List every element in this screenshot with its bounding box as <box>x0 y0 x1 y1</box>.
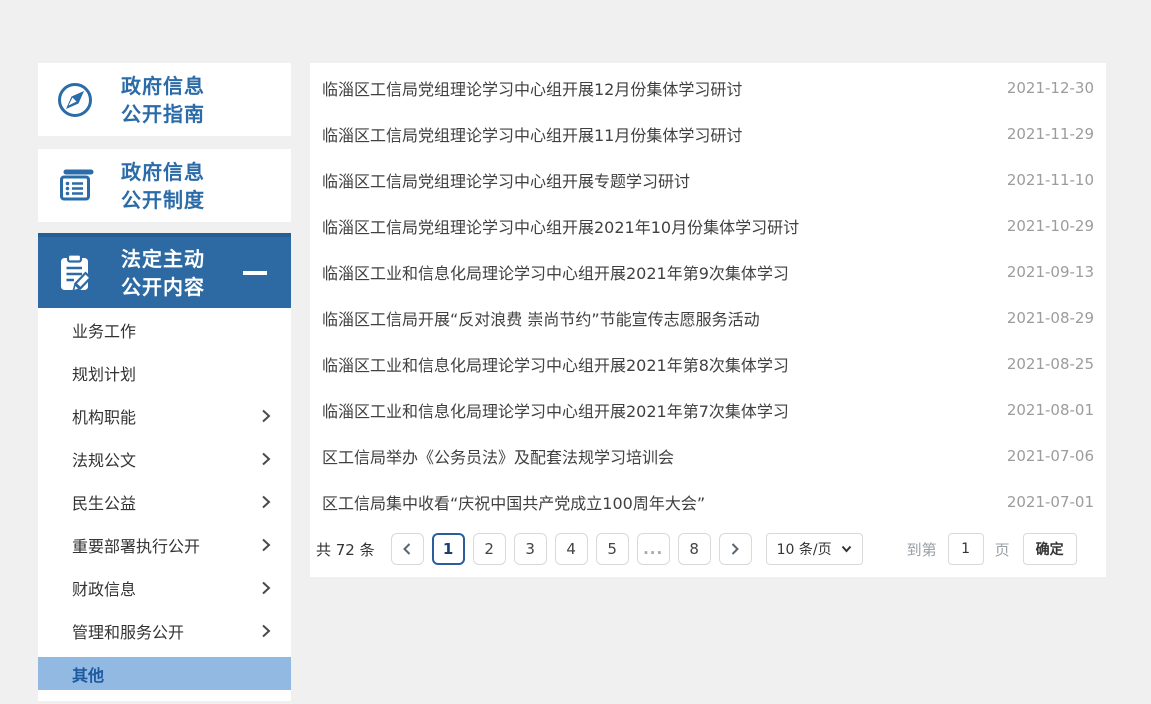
total-count-label: 共 72 条 <box>316 539 375 560</box>
news-list-item: 临淄区工信局党组理论学习中心组开展12月份集体学习研讨 2021-12-30 <box>310 65 1106 111</box>
label-line1: 政府信息 <box>121 74 205 98</box>
prev-page-button[interactable] <box>391 533 424 565</box>
sidebar-item-gov-info-guide[interactable]: 政府信息 公开指南 <box>38 63 291 136</box>
page-number-buttons: 12345...8 <box>432 533 719 565</box>
menu-item-label: 重要部署执行公开 <box>72 533 200 557</box>
news-title-link[interactable]: 临淄区工信局开展“反对浪费 崇尚节约”节能宣传志愿服务活动 <box>322 306 760 330</box>
sidebar-item-label: 政府信息 公开指南 <box>121 72 205 128</box>
page-ellipsis-button[interactable]: ... <box>637 533 670 565</box>
news-date: 2021-11-10 <box>1007 171 1094 189</box>
content-panel: 临淄区工信局党组理论学习中心组开展12月份集体学习研讨2021-12-30临淄区… <box>310 63 1106 577</box>
news-list-item: 临淄区工信局党组理论学习中心组开展2021年10月份集体学习研讨 2021-10-… <box>310 203 1106 249</box>
menu-item-label: 业务工作 <box>72 318 136 342</box>
label-line2: 公开内容 <box>121 275 205 299</box>
news-date: 2021-12-30 <box>1007 79 1094 97</box>
collapse-minus-icon[interactable] <box>243 271 267 275</box>
sidebar-legal-disclosure-group: 法定主动 公开内容 业务工作规划计划机构职能法规公文民生公益重要部署执行公开财政… <box>38 233 291 701</box>
sidebar-submenu: 业务工作规划计划机构职能法规公文民生公益重要部署执行公开财政信息管理和服务公开其… <box>38 308 291 690</box>
news-list: 临淄区工信局党组理论学习中心组开展12月份集体学习研讨2021-12-30临淄区… <box>310 63 1106 525</box>
menu-item-label: 管理和服务公开 <box>72 619 184 643</box>
news-list-item: 临淄区工业和信息化局理论学习中心组开展2021年第8次集体学习 2021-08-2… <box>310 341 1106 387</box>
sidebar-item-label: 法定主动 公开内容 <box>121 245 205 301</box>
news-title-link[interactable]: 区工信局集中收看“庆祝中国共产党成立100周年大会” <box>322 490 705 514</box>
sidebar-menu-item-3[interactable]: 机构职能 <box>38 394 291 437</box>
news-title-link[interactable]: 临淄区工信局党组理论学习中心组开展专题学习研讨 <box>322 168 690 192</box>
chevron-right-icon <box>261 580 271 596</box>
page-5-button[interactable]: 5 <box>596 533 629 565</box>
page-3-button[interactable]: 3 <box>514 533 547 565</box>
chevron-left-icon <box>401 542 413 556</box>
next-page-button[interactable] <box>719 533 752 565</box>
news-title-link[interactable]: 临淄区工业和信息化局理论学习中心组开展2021年第8次集体学习 <box>322 352 789 376</box>
news-list-item: 区工信局举办《公务员法》及配套法规学习培训会 2021-07-06 <box>310 433 1106 479</box>
book-icon <box>55 166 95 206</box>
news-list-item: 临淄区工业和信息化局理论学习中心组开展2021年第7次集体学习 2021-08-0… <box>310 387 1106 433</box>
label-line1: 法定主动 <box>121 247 205 271</box>
news-title-link[interactable]: 临淄区工信局党组理论学习中心组开展12月份集体学习研讨 <box>322 76 742 100</box>
chevron-right-icon <box>261 451 271 467</box>
page-8-button[interactable]: 8 <box>678 533 711 565</box>
sidebar-menu-item-6[interactable]: 重要部署执行公开 <box>38 523 291 566</box>
news-date: 2021-10-29 <box>1007 217 1094 235</box>
news-title-link[interactable]: 临淄区工信局党组理论学习中心组开展11月份集体学习研讨 <box>322 122 742 146</box>
menu-item-label: 民生公益 <box>72 490 136 514</box>
label-line2: 公开制度 <box>121 188 205 212</box>
clipboard-pen-icon <box>55 253 95 293</box>
label-line2: 公开指南 <box>121 102 205 126</box>
news-list-item: 临淄区工信局开展“反对浪费 崇尚节约”节能宣传志愿服务活动 2021-08-29 <box>310 295 1106 341</box>
pagination-bar: 共 72 条 12345...8 10 条/页 到第 页 确定 <box>310 533 1106 565</box>
news-date: 2021-08-01 <box>1007 401 1094 419</box>
page-size-select[interactable]: 10 条/页 <box>766 533 863 565</box>
sidebar-item-label: 政府信息 公开制度 <box>121 158 205 214</box>
news-title-link[interactable]: 区工信局举办《公务员法》及配套法规学习培训会 <box>322 444 674 468</box>
menu-item-label: 其他 <box>72 662 104 686</box>
sidebar: 政府信息 公开指南 政府信息 公开制度 <box>38 63 291 701</box>
chevron-right-icon <box>729 542 741 556</box>
news-list-item: 临淄区工信局党组理论学习中心组开展11月份集体学习研讨 2021-11-29 <box>310 111 1106 157</box>
chevron-right-icon <box>261 623 271 639</box>
sidebar-menu-item-9[interactable]: 其他 <box>38 657 291 690</box>
chevron-down-icon <box>841 545 852 553</box>
sidebar-menu-item-7[interactable]: 财政信息 <box>38 566 291 609</box>
news-date: 2021-08-25 <box>1007 355 1094 373</box>
page-4-button[interactable]: 4 <box>555 533 588 565</box>
news-title-link[interactable]: 临淄区工业和信息化局理论学习中心组开展2021年第9次集体学习 <box>322 260 789 284</box>
goto-prefix-label: 到第 <box>907 539 937 560</box>
goto-page-group: 到第 页 确定 <box>907 533 1077 565</box>
news-title-link[interactable]: 临淄区工业和信息化局理论学习中心组开展2021年第7次集体学习 <box>322 398 789 422</box>
sidebar-item-gov-info-system[interactable]: 政府信息 公开制度 <box>38 149 291 222</box>
news-list-item: 区工信局集中收看“庆祝中国共产党成立100周年大会” 2021-07-01 <box>310 479 1106 525</box>
news-date: 2021-07-01 <box>1007 493 1094 511</box>
page-2-button[interactable]: 2 <box>473 533 506 565</box>
confirm-button[interactable]: 确定 <box>1023 533 1077 565</box>
label-line1: 政府信息 <box>121 160 205 184</box>
page-size-value: 10 条/页 <box>777 539 832 559</box>
menu-item-label: 财政信息 <box>72 576 136 600</box>
compass-icon <box>55 80 95 120</box>
chevron-right-icon <box>261 494 271 510</box>
news-date: 2021-07-06 <box>1007 447 1094 465</box>
sidebar-item-legal-disclosure[interactable]: 法定主动 公开内容 <box>38 233 291 308</box>
news-date: 2021-09-13 <box>1007 263 1094 281</box>
menu-item-label: 法规公文 <box>72 447 136 471</box>
news-list-item: 临淄区工业和信息化局理论学习中心组开展2021年第9次集体学习 2021-09-1… <box>310 249 1106 295</box>
sidebar-menu-item-8[interactable]: 管理和服务公开 <box>38 609 291 652</box>
goto-page-input[interactable] <box>948 533 984 565</box>
menu-item-label: 规划计划 <box>72 361 136 385</box>
goto-suffix-label: 页 <box>995 539 1010 560</box>
chevron-right-icon <box>261 408 271 424</box>
news-title-link[interactable]: 临淄区工信局党组理论学习中心组开展2021年10月份集体学习研讨 <box>322 214 799 238</box>
news-date: 2021-11-29 <box>1007 125 1094 143</box>
sidebar-menu-item-2[interactable]: 规划计划 <box>38 351 291 394</box>
sidebar-menu-item-5[interactable]: 民生公益 <box>38 480 291 523</box>
menu-item-label: 机构职能 <box>72 404 136 428</box>
news-list-item: 临淄区工信局党组理论学习中心组开展专题学习研讨 2021-11-10 <box>310 157 1106 203</box>
page-1-button[interactable]: 1 <box>432 533 465 565</box>
sidebar-menu-item-1[interactable]: 业务工作 <box>38 308 291 351</box>
sidebar-menu-item-4[interactable]: 法规公文 <box>38 437 291 480</box>
news-date: 2021-08-29 <box>1007 309 1094 327</box>
chevron-right-icon <box>261 537 271 553</box>
